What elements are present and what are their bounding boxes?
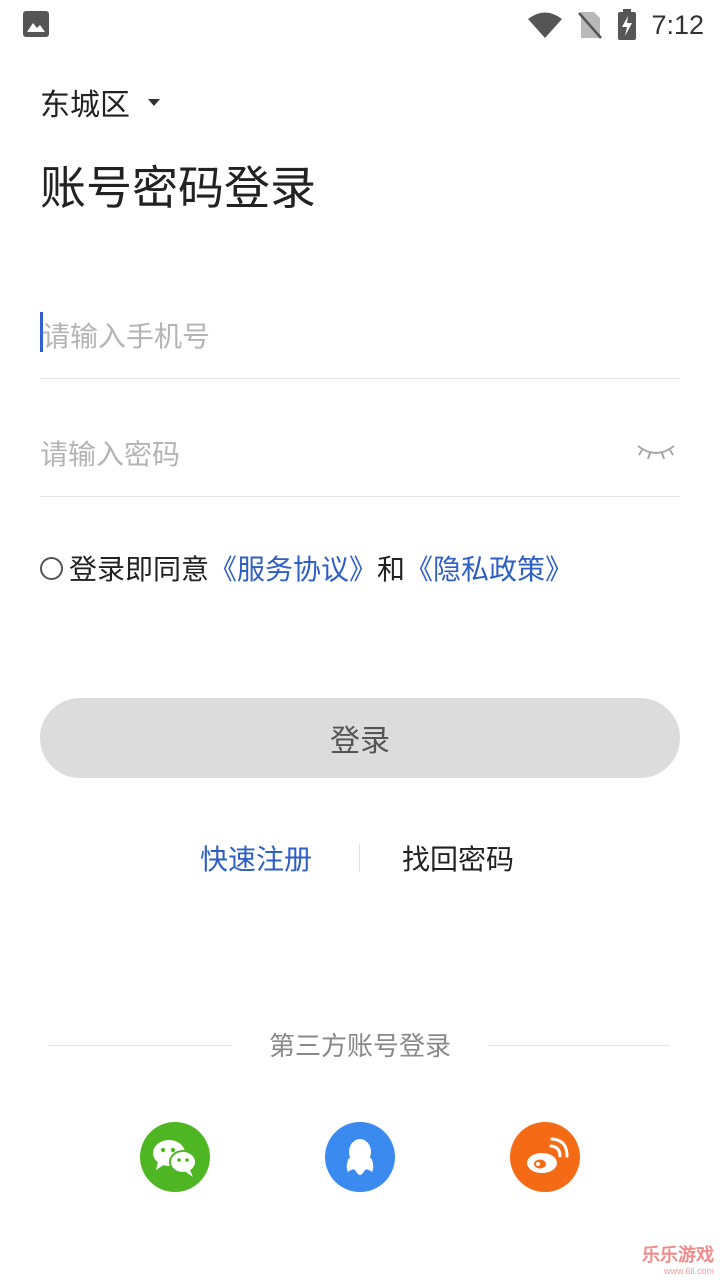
quick-register-link[interactable]: 快速注册 bbox=[200, 838, 312, 878]
no-sim-icon bbox=[578, 12, 603, 39]
weibo-icon bbox=[527, 1137, 569, 1173]
wechat-login-button[interactable] bbox=[140, 1122, 210, 1192]
gallery-icon bbox=[23, 11, 49, 37]
status-icons: 7:12 bbox=[513, 6, 704, 44]
weibo-login-button[interactable] bbox=[510, 1122, 580, 1192]
link-divider bbox=[359, 844, 360, 872]
phone-input[interactable] bbox=[42, 298, 622, 374]
qq-icon bbox=[346, 1139, 374, 1175]
service-agreement-link[interactable]: 《服务协议》 bbox=[209, 548, 377, 588]
watermark-text: 乐乐游戏 bbox=[642, 1245, 714, 1266]
phone-field bbox=[40, 298, 680, 379]
eye-closed-icon[interactable] bbox=[636, 440, 676, 466]
forgot-password-link[interactable]: 找回密码 bbox=[402, 838, 514, 878]
watermark: 乐乐游戏 www.6ll.com bbox=[642, 1245, 714, 1277]
secondary-links: 快速注册 找回密码 bbox=[0, 838, 720, 878]
agreement-checkbox[interactable] bbox=[40, 556, 63, 580]
password-input[interactable] bbox=[40, 416, 620, 492]
district-label: 东城区 bbox=[40, 88, 130, 123]
status-bar: 7:12 bbox=[0, 0, 720, 50]
page-title: 账号密码登录 bbox=[40, 161, 316, 215]
login-page: 7:12 东城区 账号密码登录 登录即同意 《服务协议》 和 《隐私政策》 登录… bbox=[0, 0, 720, 1280]
login-button[interactable]: 登录 bbox=[40, 698, 680, 778]
privacy-policy-link[interactable]: 《隐私政策》 bbox=[405, 548, 573, 588]
caret-down-icon bbox=[148, 98, 160, 106]
qq-login-button[interactable] bbox=[325, 1122, 395, 1192]
status-time: 7:12 bbox=[651, 9, 704, 40]
wechat-icon bbox=[153, 1140, 197, 1177]
agreement-conjunction: 和 bbox=[377, 553, 406, 586]
third-party-header: 第三方账号登录 bbox=[0, 1026, 720, 1066]
agreement-prefix: 登录即同意 bbox=[69, 553, 210, 586]
watermark-url: www.6ll.com bbox=[663, 1266, 714, 1276]
agreement-row: 登录即同意 《服务协议》 和 《隐私政策》 bbox=[40, 548, 573, 588]
battery-charging-icon bbox=[618, 9, 637, 40]
divider-line-right bbox=[488, 1045, 670, 1046]
district-selector[interactable]: 东城区 bbox=[40, 80, 160, 124]
password-field bbox=[40, 416, 680, 497]
wifi-icon bbox=[528, 12, 563, 38]
